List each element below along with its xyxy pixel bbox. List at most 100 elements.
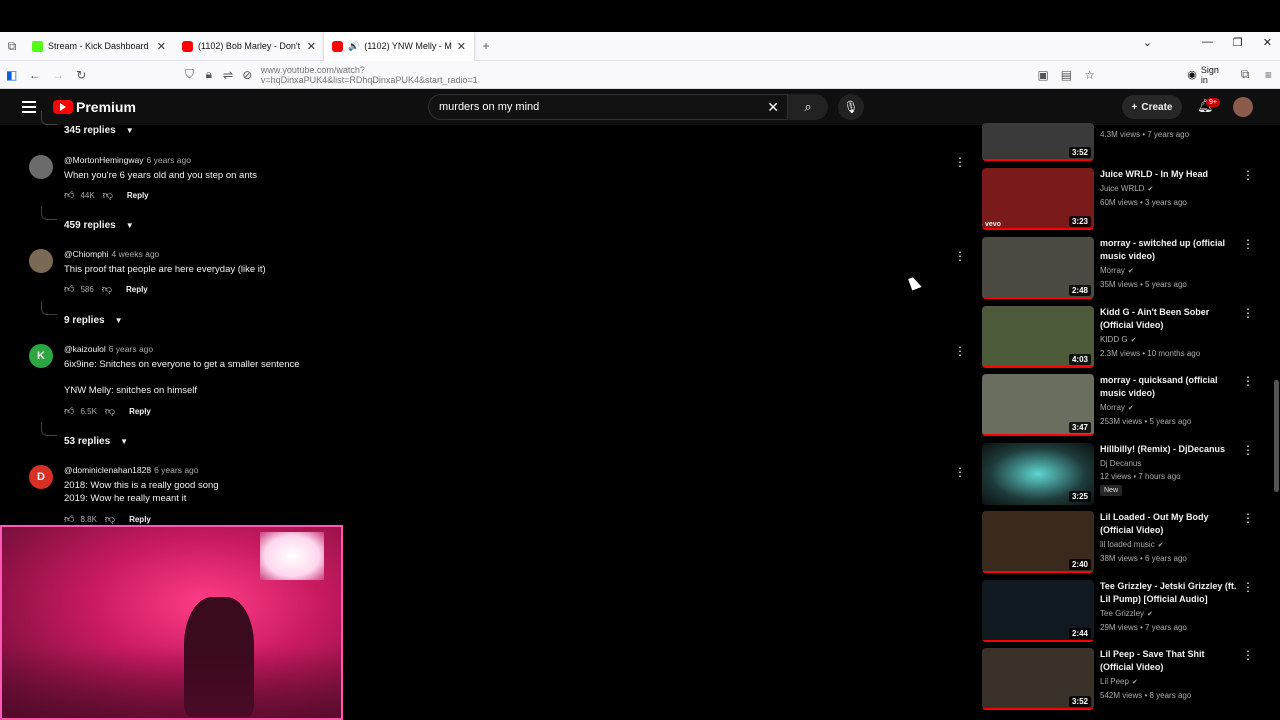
search-button[interactable]: ⌕ [788,94,828,120]
tab-kick-dashboard[interactable]: Stream - Kick Dashboard ✕ [24,32,174,61]
close-tab-icon[interactable]: ✕ [457,40,466,53]
back-icon[interactable]: ← [23,68,46,82]
tab-ynw-melly[interactable]: 🔊 (1102) YNW Melly - Murde ✕ [324,31,474,61]
comment-author[interactable]: @MortonHemingway [64,155,144,165]
reload-icon[interactable]: ↻ [70,68,93,82]
video-thumbnail[interactable]: 4:03 [982,306,1094,368]
tab-bob-marley[interactable]: (1102) Bob Marley - Don't worr ✕ [174,32,324,61]
thumbs-down-icon[interactable]: 👎︎ [103,189,113,201]
video-channel[interactable]: Morray ✔︎ [1100,266,1134,275]
video-thumbnail[interactable]: 3:25 [982,443,1094,505]
comment-author[interactable]: @dominiclenahan1828 [64,465,151,475]
more-options-icon[interactable]: ⋮ [954,155,966,169]
pip-icon[interactable]: ▣ [1032,68,1055,82]
video-title[interactable]: Kidd G - Ain't Been Sober (Official Vide… [1100,306,1240,332]
video-thumbnail[interactable]: vevo 3:23 [982,168,1094,230]
comment-author[interactable]: @kaizoulol [64,344,106,354]
video-thumbnail[interactable]: 3:52 [982,123,1094,161]
reply-button[interactable]: Reply [126,285,148,294]
sign-in-link[interactable]: Sign in [1201,65,1228,85]
view-replies-button[interactable]: 9 replies ▼ [64,315,123,326]
more-options-icon[interactable]: ⋮ [1242,443,1254,457]
comment-author[interactable]: @Chiomphi [64,249,109,259]
avatar[interactable] [29,155,53,179]
thumbs-up-icon[interactable]: 👍︎ [64,283,74,295]
create-button[interactable]: + Create [1122,95,1182,119]
speaker-icon[interactable]: 🔊 [348,41,359,52]
autoplay-blocked-icon[interactable]: ⊘ [236,68,259,82]
more-options-icon[interactable]: ⋮ [954,465,966,479]
more-options-icon[interactable]: ⋮ [1242,511,1254,525]
more-options-icon[interactable]: ⋮ [1242,237,1254,251]
video-item[interactable]: 2:48 morray - switched up (official musi… [982,237,1272,301]
view-replies-button[interactable]: 459 replies ▼ [64,220,134,231]
video-item[interactable]: 4:03 Kidd G - Ain't Been Sober (Official… [982,306,1272,370]
video-thumbnail[interactable]: 2:44 [982,580,1094,642]
account-icon[interactable]: ◉ [1187,68,1197,81]
close-tab-icon[interactable]: ✕ [157,40,166,53]
video-channel[interactable]: lil loaded music ✔︎ [1100,540,1164,549]
comment-time[interactable]: 6 years ago [147,155,191,165]
new-tab-icon[interactable]: + [474,39,498,53]
thumbs-down-icon[interactable]: 👎︎ [105,405,115,417]
thumbs-up-icon[interactable]: 👍︎ [64,405,74,417]
more-options-icon[interactable]: ⋮ [1242,648,1254,662]
video-item[interactable]: 3:47 morray - quicksand (official music … [982,374,1272,438]
comment-time[interactable]: 6 years ago [154,465,198,475]
tab-list-icon[interactable]: ⧉ [0,39,24,54]
close-window-icon[interactable]: ✕ [1263,36,1272,49]
reply-button[interactable]: Reply [129,515,151,524]
comment-time[interactable]: 4 weeks ago [112,249,160,259]
sidebar-toggle-icon[interactable]: ◧ [0,68,23,82]
video-item[interactable]: 3:52 Lil Peep - Save That Shit (Official… [982,648,1272,712]
url-bar[interactable]: www.youtube.com/watch?v=hqDinxaPUK4&list… [261,65,572,85]
video-title[interactable]: morray - quicksand (official music video… [1100,374,1240,400]
reader-icon[interactable]: ▤ [1055,68,1078,82]
avatar[interactable]: K [29,344,53,368]
more-options-icon[interactable]: ⋮ [1242,306,1254,320]
extensions-icon[interactable]: ⧉ [1234,67,1257,82]
video-thumbnail[interactable]: 3:52 [982,648,1094,710]
video-item[interactable]: 2:40 Lil Loaded - Out My Body (Official … [982,511,1272,575]
video-title[interactable]: morray - switched up (official music vid… [1100,237,1240,263]
minimize-icon[interactable]: — [1202,36,1213,49]
video-channel[interactable]: Lil Peep ✔︎ [1100,677,1138,686]
more-options-icon[interactable]: ⋮ [1242,580,1254,594]
menu-icon[interactable]: ≡ [1257,68,1280,82]
reply-button[interactable]: Reply [129,407,151,416]
video-title[interactable]: Lil Loaded - Out My Body (Official Video… [1100,511,1240,537]
video-title[interactable]: Hillbilly! (Remix) - DjDecanus [1100,443,1240,456]
comment-time[interactable]: 6 years ago [109,344,153,354]
thumbs-down-icon[interactable]: 👎︎ [105,513,115,525]
more-options-icon[interactable]: ⋮ [1242,168,1254,182]
view-replies-button[interactable]: 53 replies ▼ [64,436,128,447]
video-thumbnail[interactable]: 3:47 [982,374,1094,436]
video-channel[interactable]: KIDD G ✔︎ [1100,335,1136,344]
more-options-icon[interactable]: ⋮ [954,249,966,263]
video-title[interactable]: Juice WRLD - In My Head [1100,168,1240,181]
thumbs-down-icon[interactable]: 👎︎ [102,283,112,295]
avatar[interactable] [1233,97,1253,117]
hamburger-menu-icon[interactable] [22,99,36,113]
video-item[interactable]: vevo 3:23 Juice WRLD - In My Head Juice … [982,168,1272,232]
more-options-icon[interactable]: ⋮ [954,344,966,358]
view-replies-button[interactable]: 345 replies ▼ [64,125,134,136]
video-item[interactable]: 3:25 Hillbilly! (Remix) - DjDecanus Dj D… [982,443,1272,507]
more-options-icon[interactable]: ⋮ [1242,374,1254,388]
chevron-down-icon[interactable]: ⌄ [1143,36,1152,49]
video-channel[interactable]: Tee Grizzley ✔︎ [1100,609,1153,618]
voice-search-button[interactable]: 🎙︎ [838,94,864,120]
thumbs-up-icon[interactable]: 👍︎ [64,189,74,201]
video-channel[interactable]: Dj Decanus [1100,459,1141,468]
scrollbar-thumb[interactable] [1274,380,1279,492]
video-title[interactable]: Tee Grizzley - Jetski Grizzley (ft. Lil … [1100,580,1240,606]
search-input[interactable]: murders on my mind ✕ [428,94,788,120]
avatar[interactable] [29,249,53,273]
clear-search-icon[interactable]: ✕ [767,99,779,116]
forward-icon[interactable]: → [46,68,69,82]
video-thumbnail[interactable]: 2:40 [982,511,1094,573]
video-thumbnail[interactable]: 2:48 [982,237,1094,299]
avatar[interactable]: D [29,465,53,489]
video-channel[interactable]: Morray ✔︎ [1100,403,1134,412]
close-tab-icon[interactable]: ✕ [307,40,316,53]
